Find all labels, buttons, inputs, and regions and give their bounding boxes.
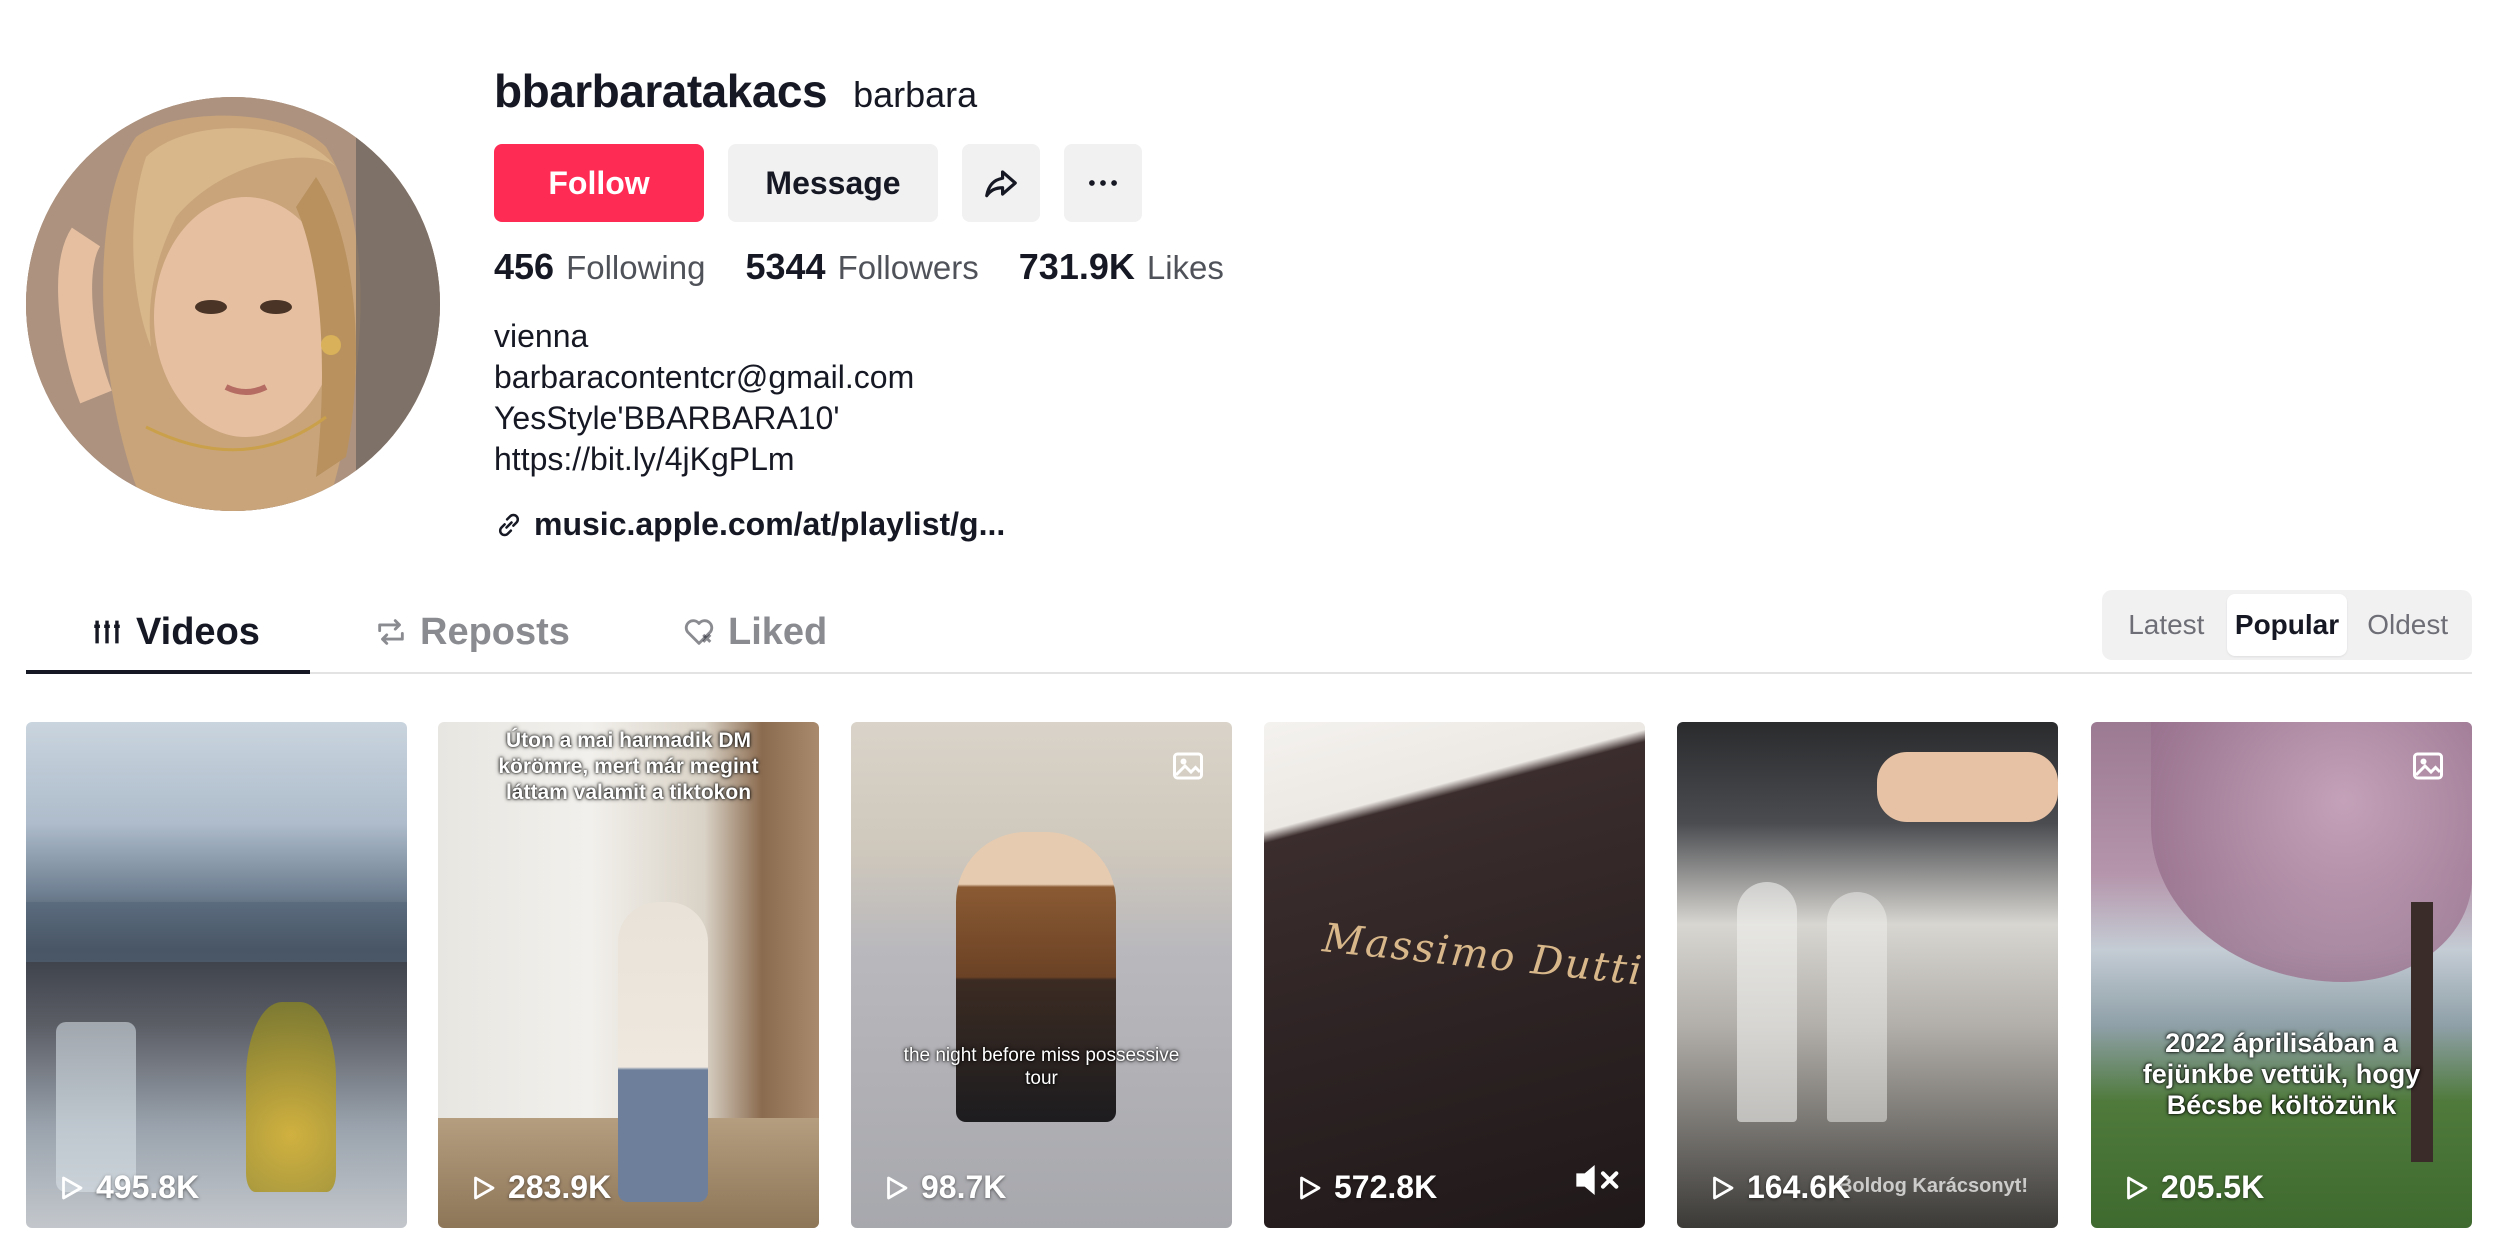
- view-count: 98.7K: [881, 1169, 1006, 1206]
- profile-link[interactable]: music.apple.com/at/playlist/g...: [494, 506, 1005, 543]
- thumbnail-detail: [1737, 882, 1797, 1122]
- thumbnail-detail: [246, 1002, 336, 1192]
- view-count: 572.8K: [1294, 1169, 1437, 1206]
- thumbnail-detail: [26, 902, 407, 962]
- view-count: 164.6K: [1707, 1169, 1850, 1206]
- sort-popular[interactable]: Popular: [2226, 594, 2348, 656]
- stat-label: Likes: [1146, 249, 1224, 286]
- avatar-image: [26, 97, 440, 511]
- stat-label: Following: [566, 249, 706, 286]
- tab-label: Liked: [728, 610, 828, 653]
- share-icon: [985, 170, 1017, 198]
- video-card[interactable]: 2022 áprilisában a fejünkbe vettük, hogy…: [2091, 722, 2472, 1228]
- stat-value: 456: [494, 246, 555, 287]
- view-count: 283.9K: [468, 1169, 611, 1206]
- view-count-text: 98.7K: [921, 1169, 1007, 1205]
- stat-followers[interactable]: 5344 Followers: [745, 246, 978, 288]
- stat-label: Followers: [837, 249, 979, 286]
- play-icon: [62, 1176, 83, 1199]
- profile-username: bbarbaratakacs: [494, 65, 828, 117]
- view-count-text: 164.6K: [1747, 1169, 1851, 1205]
- play-icon: [474, 1176, 495, 1199]
- share-button[interactable]: [962, 144, 1040, 222]
- liked-heart-icon: [684, 619, 714, 645]
- video-card[interactable]: Massimo Dutti 572.8K: [1264, 722, 1645, 1228]
- view-count: 495.8K: [56, 1169, 199, 1206]
- grid-icon: [94, 620, 120, 644]
- photo-icon: [2413, 752, 2443, 780]
- profile-nickname: barbara: [853, 74, 978, 115]
- bio-line: vienna: [494, 318, 589, 354]
- muted-icon[interactable]: [1573, 1160, 1623, 1200]
- tab-label: Videos: [136, 610, 260, 653]
- thumbnail-detail: [1827, 892, 1887, 1122]
- profile-avatar[interactable]: [26, 97, 440, 511]
- view-count-text: 283.9K: [508, 1169, 612, 1205]
- profile-identity: bbarbaratakacs barbara: [494, 64, 977, 118]
- video-caption: Úton a mai harmadik DM körömre, mert már…: [498, 729, 759, 804]
- sort-latest[interactable]: Latest: [2106, 594, 2227, 656]
- thumbnail-detail: [618, 902, 708, 1202]
- stat-likes: 731.9K Likes: [1019, 246, 1224, 288]
- profile-actions: Follow Message: [494, 144, 1142, 222]
- tab-reposts[interactable]: Reposts: [374, 590, 570, 674]
- follow-button[interactable]: Follow: [494, 144, 704, 222]
- profile-stats: 456 Following 5344 Followers 731.9K Like…: [494, 246, 1224, 288]
- video-caption: the night before miss possessive tour: [903, 1045, 1180, 1089]
- repost-icon: [378, 619, 404, 645]
- play-icon: [1713, 1176, 1734, 1199]
- video-card[interactable]: the night before miss possessive tour 98…: [851, 722, 1232, 1228]
- photo-icon: [1173, 752, 1203, 780]
- profile-bio: vienna barbaracontentcr@gmail.com YesSty…: [494, 316, 914, 480]
- video-grid: 495.8K Úton a mai harmadik DM körömre, m…: [26, 722, 2472, 1228]
- bio-line: YesStyle'BBARBARA10': [494, 400, 840, 436]
- play-icon: [887, 1176, 908, 1199]
- view-count-text: 572.8K: [1334, 1169, 1438, 1205]
- bio-line: barbaracontentcr@gmail.com: [494, 359, 915, 395]
- play-icon: [1300, 1176, 1321, 1199]
- view-count-text: 495.8K: [96, 1169, 200, 1205]
- video-card[interactable]: Úton a mai harmadik DM körömre, mert már…: [438, 722, 819, 1228]
- sort-segmented-control: Latest Popular Oldest: [2102, 590, 2472, 660]
- link-icon: [498, 513, 520, 536]
- tab-liked[interactable]: Liked: [682, 590, 827, 674]
- bio-line: https://bit.ly/4jKgPLm: [494, 441, 795, 477]
- thumbnail-corner-text: Boldog Karácsonyt!: [1837, 1175, 2028, 1197]
- stat-value: 5344: [745, 246, 826, 287]
- tab-videos[interactable]: Videos: [90, 590, 260, 674]
- view-count-text: 205.5K: [2161, 1169, 2265, 1205]
- more-dots-icon: [1089, 180, 1117, 186]
- stat-following[interactable]: 456 Following: [494, 246, 705, 288]
- video-caption: 2022 áprilisában a fejünkbe vettük, hogy…: [2142, 1028, 2421, 1120]
- video-card[interactable]: 495.8K: [26, 722, 407, 1228]
- stat-value: 731.9K: [1018, 246, 1135, 287]
- view-count: 205.5K: [2121, 1169, 2264, 1206]
- sort-oldest[interactable]: Oldest: [2347, 594, 2468, 656]
- thumbnail-detail: [1877, 752, 2058, 822]
- profile-link-text: music.apple.com/at/playlist/g...: [534, 506, 1006, 542]
- more-options-button[interactable]: [1064, 144, 1142, 222]
- active-tab-underline: [26, 670, 310, 674]
- video-card[interactable]: Boldog Karácsonyt! 164.6K: [1677, 722, 2058, 1228]
- message-button[interactable]: Message: [728, 144, 938, 222]
- thumbnail-detail: [56, 1022, 136, 1192]
- play-icon: [2127, 1176, 2148, 1199]
- tab-label: Reposts: [420, 610, 570, 653]
